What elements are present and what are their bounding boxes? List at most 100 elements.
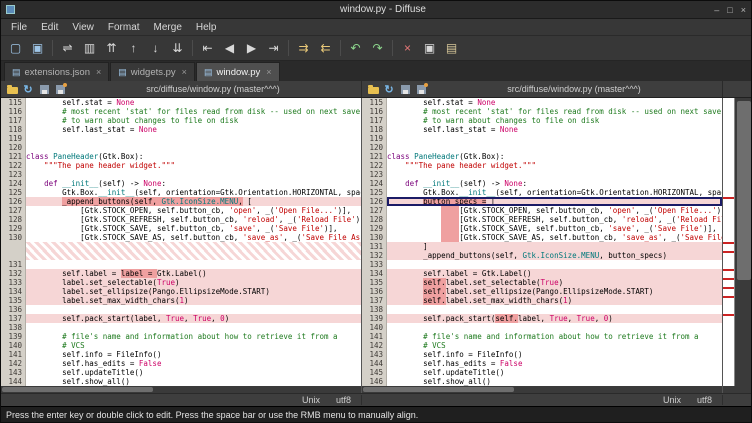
code-text[interactable]: label.set_max_width_chars(1) — [26, 296, 361, 305]
vertical-scrollbar[interactable] — [735, 98, 752, 386]
code-line[interactable]: 122 """The pane header widget.""" — [1, 161, 361, 170]
code-text[interactable] — [387, 134, 722, 143]
line-number[interactable]: 135 — [1, 296, 26, 305]
copy-selection-right-button[interactable]: ⇉ — [293, 38, 314, 59]
code-text[interactable]: Gtk.Box.__init__(self, orientation=Gtk.O… — [387, 188, 722, 197]
code-text[interactable]: def __init__(self) -> None: — [387, 179, 722, 188]
line-number[interactable]: 134 — [1, 287, 26, 296]
window-minimize-button[interactable]: – — [714, 5, 719, 15]
code-text[interactable]: [Gtk.STOCK_REFRESH, self.button_cb, 'rel… — [387, 215, 722, 224]
code-line[interactable]: 141 self.info = FileInfo() — [1, 350, 361, 359]
code-line[interactable]: 136 self.label.set_ellipsize(Pango.Ellip… — [362, 287, 722, 296]
line-number[interactable]: 128 — [1, 215, 26, 224]
code-line[interactable]: 130 [Gtk.STOCK_SAVE_AS, self.button_cb, … — [362, 233, 722, 242]
line-number[interactable]: 140 — [362, 323, 387, 332]
code-line[interactable]: 128 [Gtk.STOCK_REFRESH, self.button_cb, … — [1, 215, 361, 224]
code-text[interactable] — [387, 305, 722, 314]
code-line[interactable]: 128 [Gtk.STOCK_REFRESH, self.button_cb, … — [362, 215, 722, 224]
code-text[interactable] — [387, 260, 722, 269]
go-previous-button[interactable]: ◀ — [219, 38, 240, 59]
open-file-icon[interactable] — [6, 83, 18, 95]
code-line[interactable]: 124 def __init__(self) -> None: — [362, 179, 722, 188]
horizontal-scrollbar-left[interactable] — [1, 386, 362, 393]
cut-button[interactable]: × — [397, 38, 418, 59]
code-line[interactable]: 118 self.last_stat = None — [362, 125, 722, 134]
code-line[interactable]: 129 [Gtk.STOCK_SAVE, self.button_cb, 'sa… — [1, 224, 361, 233]
undo-button[interactable]: ↶ — [345, 38, 366, 59]
line-number[interactable]: 121 — [1, 152, 26, 161]
code-text[interactable]: # most recent 'stat' for files read from… — [26, 107, 361, 116]
code-line[interactable]: 136 — [1, 305, 361, 314]
tab-window.py[interactable]: ▤window.py× — [196, 62, 280, 81]
code-text[interactable]: # most recent 'stat' for files read from… — [387, 107, 722, 116]
isolate-button[interactable]: ▥ — [79, 38, 100, 59]
line-number[interactable]: 128 — [362, 215, 387, 224]
code-text[interactable] — [387, 323, 722, 332]
line-number[interactable]: 127 — [1, 206, 26, 215]
tab-close-icon[interactable]: × — [180, 67, 187, 77]
line-number[interactable]: 116 — [362, 107, 387, 116]
code-text[interactable]: self.label.set_ellipsize(Pango.Ellipsize… — [387, 287, 722, 296]
line-number[interactable]: 115 — [1, 98, 26, 107]
code-line[interactable]: 121class PaneHeader(Gtk.Box): — [1, 152, 361, 161]
code-line[interactable]: 144 self.show_all() — [1, 377, 361, 386]
save-file-icon[interactable] — [38, 83, 50, 95]
line-number[interactable]: 127 — [362, 206, 387, 215]
window-maximize-button[interactable]: □ — [727, 5, 732, 15]
code-line[interactable]: 123 — [1, 170, 361, 179]
code-text[interactable] — [387, 143, 722, 152]
code-line[interactable]: 143 self.info = FileInfo() — [362, 350, 722, 359]
line-number[interactable]: 143 — [362, 350, 387, 359]
tab-close-icon[interactable]: × — [94, 67, 101, 77]
code-line[interactable]: 141 # file's name and information about … — [362, 332, 722, 341]
code-text[interactable]: # to warn about changes to file on disk — [26, 116, 361, 125]
go-next-button[interactable]: ▶ — [241, 38, 262, 59]
code-line[interactable]: 137 self.label.set_max_width_chars(1) — [362, 296, 722, 305]
gap-line[interactable] — [1, 242, 361, 251]
code-text[interactable]: # VCS — [26, 341, 361, 350]
line-number[interactable]: 134 — [362, 269, 387, 278]
code-line[interactable]: 131 ] — [362, 242, 722, 251]
horizontal-scrollbar-right[interactable] — [362, 386, 723, 393]
menu-help[interactable]: Help — [189, 22, 224, 33]
code-text[interactable]: button_specs = [ — [387, 197, 722, 206]
code-line[interactable]: 117 # to warn about changes to file on d… — [362, 116, 722, 125]
code-line[interactable]: 137 self.pack_start(label, True, True, 0… — [1, 314, 361, 323]
code-line[interactable]: 132 self.label = label = Gtk.Label() — [1, 269, 361, 278]
line-number[interactable]: 123 — [362, 170, 387, 179]
line-number[interactable]: 144 — [362, 359, 387, 368]
vertical-scrollbar-handle[interactable] — [737, 101, 751, 280]
code-text[interactable] — [26, 143, 361, 152]
code-text[interactable]: # VCS — [387, 341, 722, 350]
line-number[interactable]: 121 — [362, 152, 387, 161]
code-line[interactable]: 133 label.set_selectable(True) — [1, 278, 361, 287]
line-number[interactable]: 132 — [362, 251, 387, 260]
code-line[interactable]: 127 [Gtk.STOCK_OPEN, self.button_cb, 'op… — [1, 206, 361, 215]
redo-button[interactable]: ↷ — [367, 38, 388, 59]
line-number[interactable]: 133 — [1, 278, 26, 287]
line-number[interactable]: 129 — [1, 224, 26, 233]
menu-edit[interactable]: Edit — [34, 22, 65, 33]
line-number[interactable]: 143 — [1, 368, 26, 377]
code-line[interactable]: 145 self.updateTitle() — [362, 368, 722, 377]
code-text[interactable]: [Gtk.STOCK_REFRESH, self.button_cb, 'rel… — [26, 215, 361, 224]
code-line[interactable]: 120 — [1, 143, 361, 152]
save-file-as-icon[interactable] — [54, 83, 66, 95]
line-number[interactable]: 123 — [1, 170, 26, 179]
code-text[interactable]: self.label.set_selectable(True) — [387, 278, 722, 287]
code-text[interactable]: self.has_edits = False — [26, 359, 361, 368]
window-close-button[interactable]: × — [741, 5, 746, 15]
gap-line[interactable] — [1, 251, 361, 260]
code-text[interactable]: def __init__(self) -> None: — [26, 179, 361, 188]
code-text[interactable] — [26, 251, 361, 260]
code-text[interactable]: [Gtk.STOCK_SAVE_AS, self.button_cb, 'sav… — [387, 233, 722, 242]
menu-merge[interactable]: Merge — [147, 22, 189, 33]
line-number[interactable]: 117 — [1, 116, 26, 125]
line-number[interactable]: 125 — [362, 188, 387, 197]
line-number[interactable]: 118 — [1, 125, 26, 134]
code-line[interactable]: 146 self.show_all() — [362, 377, 722, 386]
tab-widgets.py[interactable]: ▤widgets.py× — [110, 62, 195, 81]
line-number[interactable]: 141 — [1, 350, 26, 359]
code-text[interactable]: self.label = Gtk.Label() — [387, 269, 722, 278]
code-line[interactable]: 117 # to warn about changes to file on d… — [1, 116, 361, 125]
